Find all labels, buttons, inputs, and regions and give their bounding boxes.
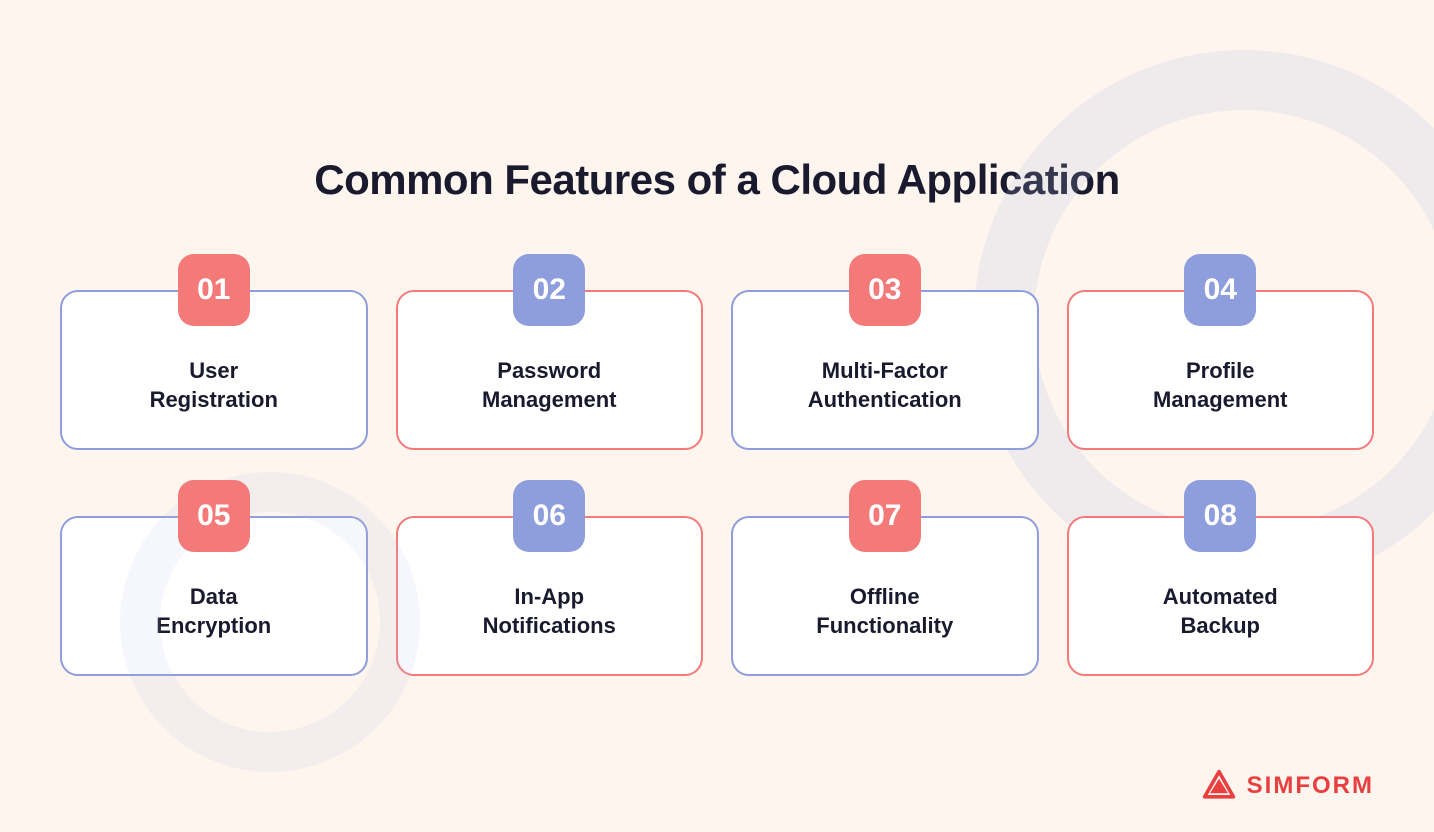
feature-card-02: 02 Password Management [396,254,704,450]
features-grid: 01 User Registration 02 Password Management… [60,254,1374,676]
badge-02: 02 [513,254,585,326]
page-title: Common Features of a Cloud Application [314,156,1119,204]
badge-07: 07 [849,480,921,552]
card-label-06: In-App Notifications [483,583,616,640]
feature-card-04: 04 Profile Management [1067,254,1375,450]
card-label-03: Multi-Factor Authentication [808,357,962,414]
card-label-07: Offline Functionality [816,583,953,640]
feature-card-05: 05 Data Encryption [60,480,368,676]
card-label-02: Password Management [482,357,616,414]
feature-card-06: 06 In-App Notifications [396,480,704,676]
feature-card-01: 01 User Registration [60,254,368,450]
badge-01: 01 [178,254,250,326]
badge-08: 08 [1184,480,1256,552]
feature-card-08: 08 Automated Backup [1067,480,1375,676]
badge-03: 03 [849,254,921,326]
card-label-08: Automated Backup [1163,583,1278,640]
badge-06: 06 [513,480,585,552]
simform-logo-icon [1201,768,1237,804]
simform-logo-text: SIMFORM [1247,772,1374,800]
badge-04: 04 [1184,254,1256,326]
logo: SIMFORM [1201,768,1374,804]
card-label-05: Data Encryption [156,583,271,640]
feature-card-03: 03 Multi-Factor Authentication [731,254,1039,450]
card-label-01: User Registration [150,357,278,414]
feature-card-07: 07 Offline Functionality [731,480,1039,676]
card-label-04: Profile Management [1153,357,1287,414]
badge-05: 05 [178,480,250,552]
